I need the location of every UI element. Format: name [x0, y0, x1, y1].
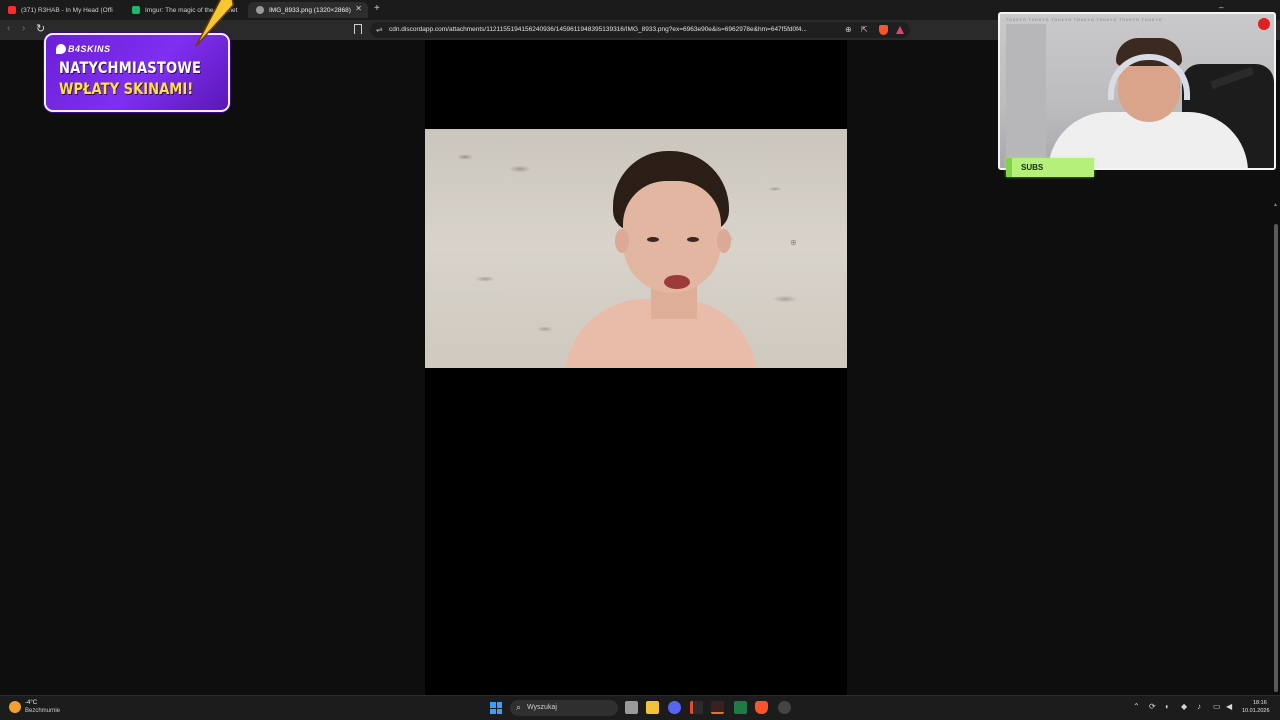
reload-icon[interactable]: ↻ [36, 22, 45, 35]
scroll-up-arrow-icon[interactable]: ▲ [1273, 202, 1278, 208]
weather-icon[interactable] [9, 701, 21, 713]
windows-taskbar: -4°C Bezchmurnie ⌕ Wyszukaj ⌃ ⟳ ◐ ◆ ♪ ▭ … [0, 695, 1280, 720]
search-placeholder: Wyszukaj [527, 704, 557, 711]
forward-arrow-icon[interactable]: › [22, 23, 25, 34]
close-tab-icon[interactable]: ✕ [355, 4, 362, 13]
steam-tray-icon[interactable]: ◆ [1181, 702, 1187, 711]
volume-icon[interactable]: ◀ [1226, 702, 1232, 711]
search-icon: ⌕ [516, 702, 522, 712]
webcam-overlay: TOUKYO TOUKYO TOUKYO TOUKYO TOUKYO TOUKY… [998, 12, 1276, 170]
address-bar[interactable]: ⇌ cdn.discordapp.com/attachments/1121155… [370, 22, 910, 38]
back-arrow-icon[interactable]: ‹ [7, 23, 10, 34]
photo-subject-mouth [664, 275, 690, 289]
zoom-icon[interactable]: ⊕ [845, 25, 852, 34]
site-info-icon[interactable]: ⇌ [376, 25, 383, 34]
photo-subject-ear [615, 229, 629, 253]
subs-badge: SUBS [1006, 158, 1094, 177]
app-icon[interactable] [690, 701, 703, 714]
photo-subject-eye [647, 237, 659, 242]
promo-subheadline: WPŁATY SKINAMI! [59, 79, 194, 98]
tab-image[interactable]: IMG_8933.png (1320×2868) ✕ [248, 2, 368, 18]
tab-youtube[interactable]: (371) R3HAB - In My Head (Offi [0, 2, 124, 18]
steam-icon[interactable] [778, 701, 791, 714]
weather-condition: Bezchmurnie [25, 708, 61, 714]
excel-icon[interactable] [734, 701, 747, 714]
brave-browser-icon[interactable] [755, 701, 768, 714]
url-text[interactable]: cdn.discordapp.com/attachments/112115519… [389, 26, 844, 33]
microphone-icon[interactable]: ♪ [1197, 702, 1201, 711]
imgur-favicon-icon [132, 6, 140, 14]
promo-headline: NATYCHMIASTOWE [59, 58, 202, 77]
brave-rewards-icon[interactable] [896, 26, 904, 34]
discord-icon[interactable] [668, 701, 681, 714]
zoom-cursor-icon: ⊕ [790, 238, 797, 247]
task-view-icon[interactable] [625, 701, 638, 714]
webcam-background-door [1006, 24, 1046, 164]
minimize-window-icon[interactable]: – [1219, 3, 1223, 12]
tray-chevron-up-icon[interactable]: ⌃ [1133, 702, 1140, 711]
promo-brand: B4SKINS [68, 44, 111, 54]
new-tab-button[interactable]: + [374, 3, 380, 14]
sync-icon[interactable]: ⟳ [1149, 702, 1156, 711]
photo-subject-eye [687, 237, 699, 242]
taskbar-search[interactable]: ⌕ Wyszukaj [510, 700, 618, 716]
brave-shield-icon[interactable] [879, 25, 888, 35]
weather-temperature: -4°C [25, 700, 38, 706]
obs-app-icon[interactable] [711, 701, 724, 714]
tray-app-icon[interactable]: ◐ [1165, 702, 1170, 711]
windows-start-icon[interactable] [490, 702, 502, 714]
brand-logo-icon [56, 44, 66, 54]
youtube-favicon-icon [8, 6, 16, 14]
scrollbar-thumb[interactable] [1274, 224, 1278, 692]
network-icon[interactable]: ▭ [1213, 702, 1221, 711]
photo-subject-ear [717, 229, 731, 253]
tab-label: IMG_8933.png (1320×2868) [269, 6, 351, 14]
webcam-brand-strip: TOUKYO TOUKYO TOUKYO TOUKYO TOUKYO TOUKY… [1006, 18, 1163, 22]
live-indicator-icon [1258, 18, 1270, 30]
share-icon[interactable]: ⇱ [861, 25, 868, 34]
tab-label: (371) R3HAB - In My Head (Offi [21, 6, 113, 14]
bookmark-icon[interactable] [354, 24, 362, 34]
clock-date[interactable]: 10.01.2026 [1242, 708, 1270, 714]
file-explorer-icon[interactable] [646, 701, 659, 714]
clock-time[interactable]: 18:16 [1253, 700, 1267, 706]
displayed-image[interactable] [425, 129, 847, 368]
subs-label: SUBS [1021, 163, 1044, 172]
globe-favicon-icon [256, 6, 264, 14]
